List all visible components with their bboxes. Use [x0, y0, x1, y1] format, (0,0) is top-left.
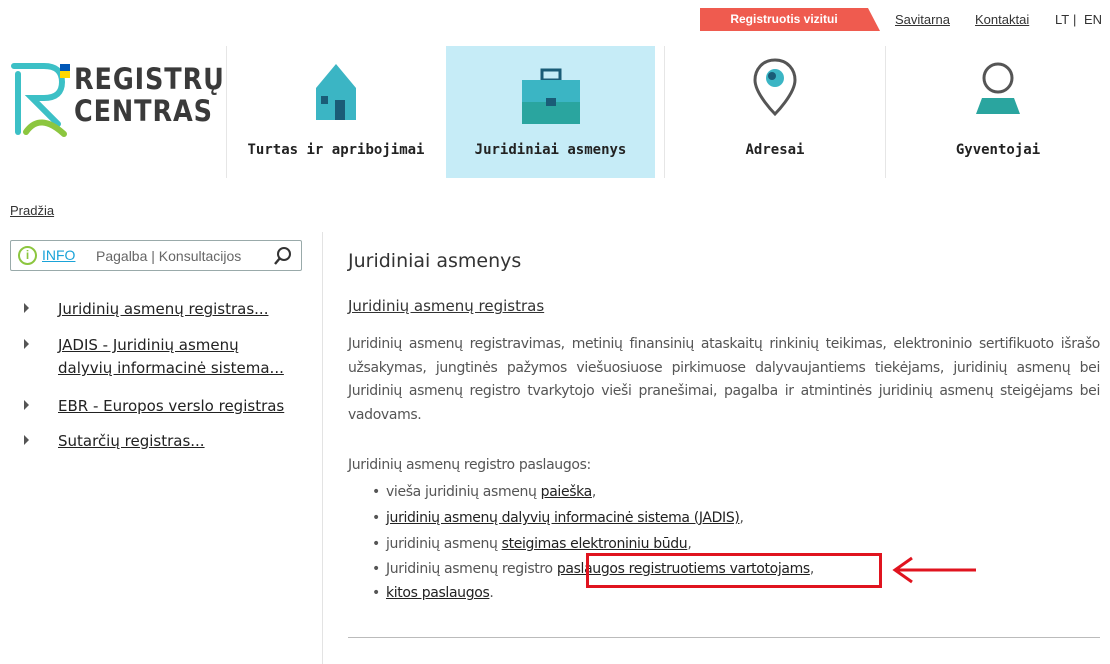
logo-line2: CENTRAS	[74, 94, 213, 128]
help-consultations-label: Pagalba | Konsultacijos	[96, 248, 242, 264]
house-icon	[316, 64, 356, 120]
bullet-dot: •	[372, 510, 380, 526]
sidebar-item-jadis-line2[interactable]: dalyvių informacinė sistema...	[58, 357, 284, 379]
page-title: Juridiniai asmenys	[348, 250, 522, 272]
service-link-steigimas[interactable]: steigimas elektroniniu būdu	[502, 536, 688, 552]
service-prefix: juridinių asmenų	[386, 536, 502, 552]
chevron-right-icon	[24, 400, 29, 410]
nav-label-juridiniai: Juridiniai asmenys	[474, 142, 627, 158]
service-item: • vieša juridinių asmenų paieška,	[372, 484, 597, 500]
self-service-link[interactable]: Savitarna	[895, 12, 950, 27]
info-search-box[interactable]: i INFO Pagalba | Konsultacijos	[10, 240, 302, 271]
services-intro: Juridinių asmenų registro paslaugos:	[348, 457, 591, 473]
service-item: • kitos paslaugos.	[372, 585, 494, 601]
breadcrumb-home-link[interactable]: Pradžia	[10, 203, 54, 218]
nav-tile-turtas[interactable]: Turtas ir apribojimai	[227, 46, 445, 178]
section-description: Juridinių asmenų registravimas, metinių …	[348, 336, 1100, 423]
nav-label-gyventojai: Gyventojai	[955, 142, 1041, 158]
lang-separator: |	[1073, 12, 1077, 27]
service-suffix: ,	[687, 536, 692, 552]
search-icon[interactable]	[273, 246, 293, 266]
nav-tile-juridiniai[interactable]: Juridiniai asmenys	[446, 46, 655, 178]
lang-lt-link[interactable]: LT	[1055, 12, 1069, 27]
column-divider	[322, 232, 323, 664]
bullet-dot: •	[372, 561, 380, 577]
nav-tile-adresai[interactable]: Adresai	[665, 46, 885, 178]
bullet-dot: •	[372, 536, 380, 552]
info-label: INFO	[42, 247, 76, 263]
service-link-jadis[interactable]: juridinių asmenų dalyvių informacinė sis…	[386, 510, 740, 526]
logo-mark-icon	[11, 63, 70, 137]
highlight-box	[586, 553, 882, 588]
map-pin-icon	[753, 58, 797, 117]
register-visit-label: Registruotis vizitui	[730, 12, 838, 26]
content-divider	[348, 637, 1100, 638]
briefcase-icon	[521, 68, 580, 124]
sidebar-item-sutarciu[interactable]: Sutarčių registras...	[58, 430, 205, 452]
service-item: • juridinių asmenų dalyvių informacinė si…	[372, 510, 744, 526]
service-suffix: ,	[739, 510, 744, 526]
service-suffix: ,	[591, 484, 597, 500]
arrow-left-icon	[892, 556, 976, 584]
top-bar: Registruotis vizitui Savitarna Kontaktai…	[0, 0, 1110, 40]
chevron-right-icon	[24, 435, 29, 445]
nav-label-turtas: Turtas ir apribojimai	[247, 142, 425, 158]
sidebar-item-jadis-line1[interactable]: JADIS - Juridinių asmenų	[58, 334, 239, 356]
service-prefix: Juridinių asmenų registro	[386, 561, 557, 577]
logo-text: REGISTRŲ CENTRAS	[74, 63, 225, 127]
section-title-link[interactable]: Juridinių asmenų registras	[348, 297, 544, 315]
bullet-dot: •	[372, 484, 380, 500]
logo-line1: REGISTRŲ	[74, 62, 225, 96]
nav-label-adresai: Adresai	[745, 142, 805, 158]
contacts-link[interactable]: Kontaktai	[975, 12, 1029, 27]
person-icon	[976, 62, 1020, 114]
info-icon: i	[18, 246, 37, 265]
sidebar-item-registras[interactable]: Juridinių asmenų registras...	[58, 298, 268, 320]
sidebar-item-ebr[interactable]: EBR - Europos verslo registras	[58, 395, 284, 417]
bullet-dot: •	[372, 585, 380, 601]
nav-tile-gyventojai[interactable]: Gyventojai	[886, 46, 1110, 178]
register-visit-button[interactable]: Registruotis vizitui	[700, 8, 880, 31]
chevron-right-icon	[24, 303, 29, 313]
service-link-paieska[interactable]: paieška	[541, 484, 593, 500]
chevron-right-icon	[24, 339, 29, 349]
registru-centras-logo[interactable]: REGISTRŲ CENTRAS	[10, 62, 224, 142]
lang-en-link[interactable]: EN	[1084, 12, 1102, 27]
service-suffix: .	[489, 585, 494, 601]
service-item: • juridinių asmenų steigimas elektroniniu…	[372, 536, 692, 552]
service-link-kitos[interactable]: kitos paslaugos	[386, 585, 490, 601]
service-prefix: vieša juridinių asmenų	[386, 484, 541, 500]
